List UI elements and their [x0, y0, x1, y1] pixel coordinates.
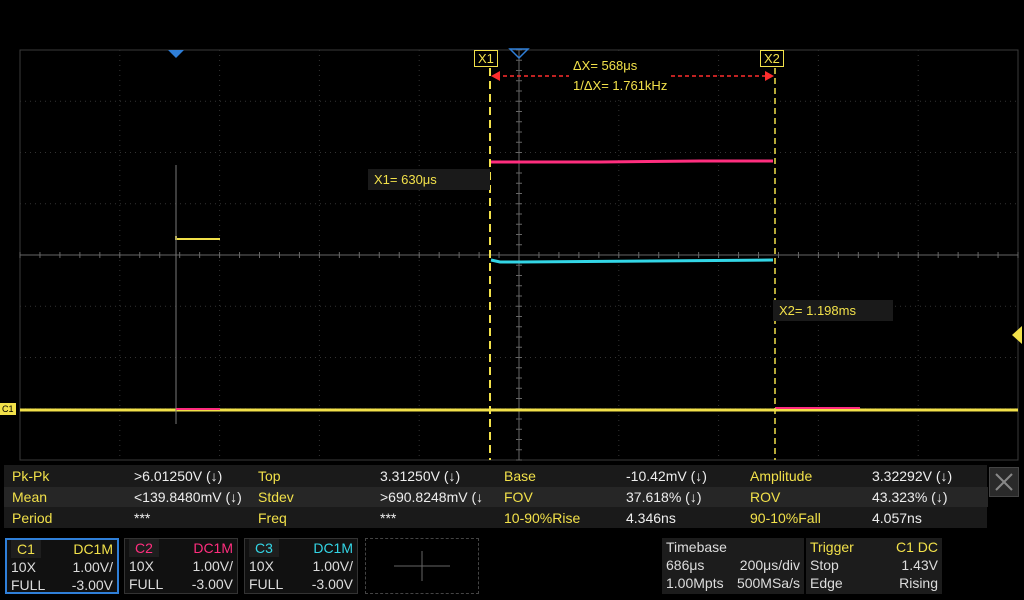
trigger-slope: Rising: [899, 575, 938, 591]
x1-cursor-label[interactable]: X1: [474, 50, 498, 67]
channel-offset: -3.00V: [191, 576, 233, 592]
delta-x-arrow-left: [491, 71, 500, 81]
measurement-label: Top: [258, 468, 281, 484]
measurement-value[interactable]: 4.346ns: [626, 508, 742, 528]
channel-coupling: DC1M: [313, 540, 353, 556]
channel-bandwidth: FULL: [129, 576, 164, 592]
c1-ground-marker[interactable]: C1: [0, 403, 16, 415]
measurement-value[interactable]: 3.32292V (↓): [872, 466, 988, 486]
measurement-label: Stdev: [250, 487, 380, 507]
add-channel-slot[interactable]: [365, 538, 479, 594]
inverse-delta-x-value: 1/ΔX= 1.761kHz: [573, 78, 668, 93]
measurement-row: Pk-Pk >6.01250V (↓) Top 3.31250V (↓) Base -10…: [4, 466, 987, 486]
channel-scale: 1.00V/: [312, 558, 353, 574]
sample-rate: 500MSa/s: [736, 575, 800, 591]
trigger-source: C1 DC: [895, 539, 938, 555]
measurement-label: Freq: [258, 510, 287, 526]
memory-depth: 1.00Mpts: [666, 575, 724, 591]
measurement-value[interactable]: >690.8248mV (↓: [380, 487, 496, 507]
measurement-label: Pk-Pk: [12, 468, 50, 484]
channel-header: C1 DC1M: [7, 540, 117, 558]
measurement-value[interactable]: 3.31250V (↓): [380, 466, 496, 486]
delta-x-readout: ΔX= 568μs 1/ΔX= 1.761kHz: [569, 55, 672, 97]
channel-coupling: DC1M: [193, 540, 233, 556]
timebase-scale: 200μs/div: [739, 557, 800, 573]
measurement-label: 90-10%Fall: [750, 510, 821, 526]
measurement-label: Mean: [4, 487, 134, 507]
channel-name: C3: [249, 539, 279, 557]
channel-name: C1: [11, 540, 41, 558]
channel-header: C3 DC1M: [245, 539, 357, 557]
measurement-label: Amplitude: [750, 468, 813, 484]
x2-cursor-label[interactable]: X2: [760, 50, 784, 67]
delta-x-value: ΔX= 568μs: [573, 58, 638, 73]
trigger-panel[interactable]: Trigger C1 DC Stop 1.43V Edge Rising: [806, 538, 942, 594]
measurement-label: Base: [504, 468, 536, 484]
measurement-label: FOV: [496, 487, 626, 507]
channel-probe: 10X: [129, 558, 154, 574]
close-measurements-button[interactable]: [989, 467, 1019, 497]
channel-offset: -3.00V: [311, 576, 353, 592]
plus-icon: [394, 551, 450, 581]
c3-trace: [490, 258, 774, 264]
measurement-value[interactable]: <139.8480mV (↓): [134, 487, 250, 507]
channel-probe: 10X: [11, 559, 36, 575]
measurement-value[interactable]: 43.323% (↓): [872, 487, 988, 507]
x1-readout: X1= 630μs: [368, 169, 490, 190]
x2-readout: X2= 1.198ms: [773, 300, 893, 321]
channel-3-panel[interactable]: C3 DC1M 10X 1.00V/FULL -3.00V: [244, 538, 358, 594]
measurement-value[interactable]: 4.057ns: [872, 508, 988, 528]
measurement-label: ROV: [742, 487, 872, 507]
measurement-value[interactable]: 37.618% (↓): [626, 487, 742, 507]
measurement-value[interactable]: >6.01250V (↓): [134, 466, 250, 486]
oscilloscope-screen: X1 X2 ΔX= 568μs 1/ΔX= 1.761kHz X1= 630μs…: [0, 0, 1024, 600]
channel-1-panel[interactable]: C1 DC1M 10X 1.00V/FULL -3.00V: [5, 538, 119, 594]
measurement-value[interactable]: ***: [380, 508, 496, 528]
channel-header: C2 DC1M: [125, 539, 237, 557]
c2-trace: [491, 159, 773, 164]
channel-name: C2: [129, 539, 159, 557]
cursor-lines[interactable]: [489, 68, 776, 460]
channel-coupling: DC1M: [73, 541, 113, 557]
channel-bandwidth: FULL: [249, 576, 284, 592]
timebase-delay: 686μs: [666, 557, 705, 573]
delta-x-arrow-right: [765, 71, 774, 81]
trigger-position-marker[interactable]: [168, 50, 184, 58]
close-icon: [995, 473, 1013, 491]
measurement-value[interactable]: -10.42mV (↓): [626, 466, 742, 486]
channel-scale: 1.00V/: [192, 558, 233, 574]
trigger-title: Trigger: [810, 539, 854, 555]
channel-2-panel[interactable]: C2 DC1M 10X 1.00V/FULL -3.00V: [124, 538, 238, 594]
measurement-panel: Pk-Pk >6.01250V (↓) Top 3.31250V (↓) Base -10…: [4, 465, 988, 528]
measurement-row: Mean <139.8480mV (↓) Stdev >690.8248mV (↓ FO…: [4, 487, 988, 507]
measurement-value[interactable]: ***: [134, 508, 250, 528]
channel-bandwidth: FULL: [11, 577, 46, 593]
measurement-label: Period: [12, 510, 53, 526]
measurement-row: Period *** Freq *** 10-90%Rise 4.346ns 90-10%F…: [4, 508, 987, 528]
channel-probe: 10X: [249, 558, 274, 574]
waveform-display[interactable]: [0, 0, 1024, 462]
trigger-type: Edge: [810, 575, 843, 591]
measurement-label: 10-90%Rise: [504, 510, 581, 526]
channel-offset: -3.00V: [71, 577, 113, 593]
timebase-title: Timebase: [666, 539, 727, 555]
trigger-level: 1.43V: [901, 557, 938, 573]
channel-scale: 1.00V/: [72, 559, 113, 575]
c1-pulse-fragment: [175, 236, 220, 240]
timebase-panel[interactable]: Timebase 686μs 200μs/div 1.00Mpts 500MSa/s: [662, 538, 804, 594]
grid: [19, 49, 1019, 461]
trigger-level-marker[interactable]: [1012, 326, 1022, 344]
trigger-mode: Stop: [810, 557, 839, 573]
